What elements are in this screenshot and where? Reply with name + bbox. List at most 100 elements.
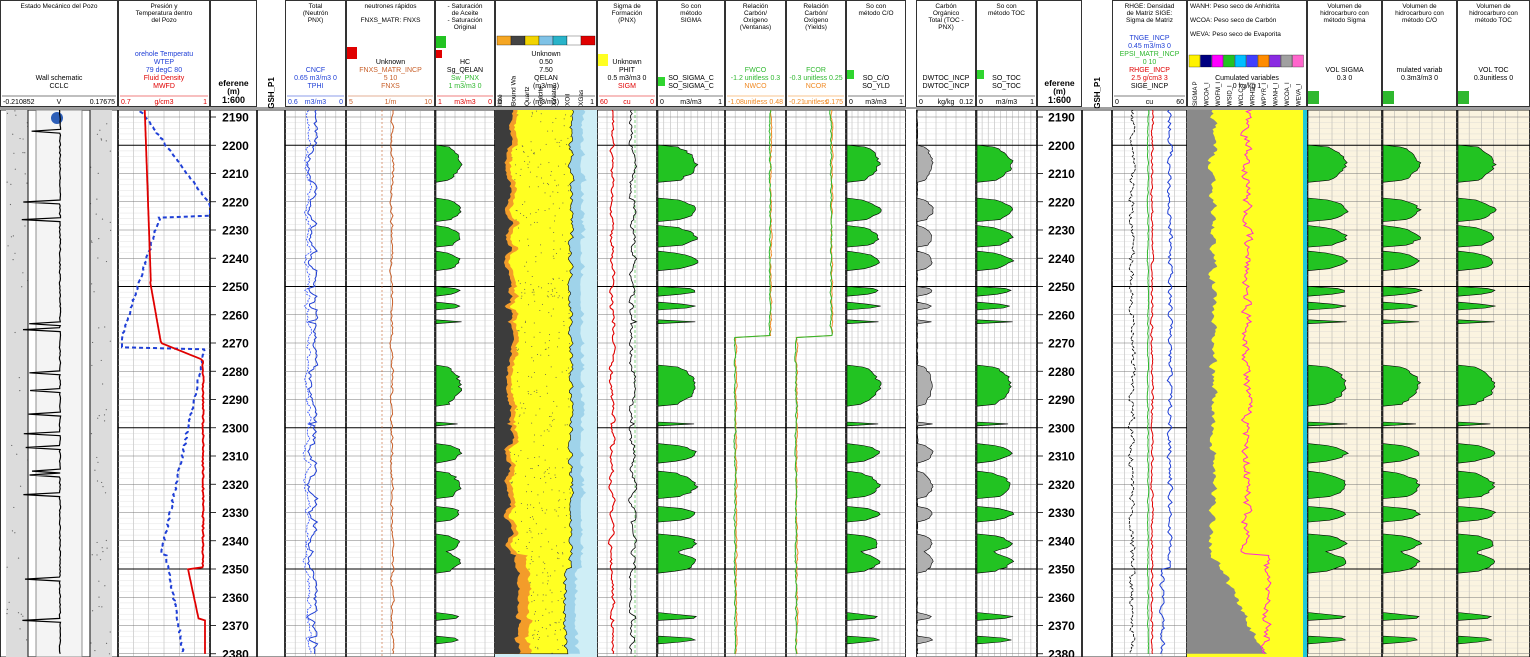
track-legend: SIGE_INCP xyxy=(1131,83,1169,90)
track-legend: 2.5 g/cm3 3 xyxy=(1131,75,1168,82)
quartz-dot xyxy=(568,291,570,293)
legend-swatch xyxy=(496,35,512,46)
quartz-dot xyxy=(510,482,512,484)
quartz-dot xyxy=(524,292,526,294)
formation-dot xyxy=(91,364,93,367)
quartz-dot xyxy=(544,568,546,570)
quartz-dot xyxy=(568,253,570,255)
quartz-dot xyxy=(547,575,549,577)
formation-dot xyxy=(95,213,97,215)
depth-tick-label: 2190 xyxy=(1048,111,1075,125)
formation-dot xyxy=(20,613,22,615)
quartz-dot xyxy=(521,407,523,409)
quartz-dot xyxy=(555,253,557,255)
quartz-dot xyxy=(557,649,559,651)
depth-tick-label: 2250 xyxy=(222,280,249,294)
component-label: SIGMA P xyxy=(1193,81,1199,106)
formation-dot xyxy=(22,138,24,140)
quartz-dot xyxy=(527,238,529,240)
scale-left: 0 xyxy=(660,99,664,106)
track-legend: mulated variab xyxy=(1397,67,1443,74)
quartz-dot xyxy=(546,429,548,431)
well-track-label: GSH_P1 xyxy=(267,77,276,109)
quartz-dot xyxy=(568,317,570,319)
component-label: Calcite xyxy=(538,86,545,106)
track-title: hidrocarburo con xyxy=(1469,10,1518,17)
track-header-1: Estado Mecánico del Pozo Wall schematicCC… xyxy=(0,0,118,107)
quartz-dot xyxy=(518,330,520,332)
quartz-dot xyxy=(548,208,550,210)
track-legend: SO_TOC xyxy=(992,83,1021,90)
scale-unit: m3/m3 xyxy=(454,99,476,106)
track-title: WEVA: Peso seco de Evaporita xyxy=(1190,31,1281,38)
quartz-dot xyxy=(565,163,567,165)
quartz-dot xyxy=(545,482,547,484)
quartz-dot xyxy=(555,510,557,512)
quartz-dot xyxy=(561,597,563,599)
quartz-dot xyxy=(562,645,564,647)
track-legend: Unknown xyxy=(531,51,560,58)
quartz-dot xyxy=(531,115,533,117)
quartz-dot xyxy=(534,457,536,459)
formation-dot xyxy=(91,241,93,243)
quartz-dot xyxy=(521,145,523,147)
quartz-dot xyxy=(535,523,537,525)
formation-dot xyxy=(19,485,22,487)
quartz-dot xyxy=(554,633,556,635)
track-legend: CCLC xyxy=(49,83,68,90)
track-title: Volumen de xyxy=(1327,3,1362,10)
quartz-dot xyxy=(531,594,533,596)
quartz-dot xyxy=(553,248,555,250)
quartz-dot xyxy=(540,113,542,115)
quartz-dot xyxy=(541,532,543,534)
scale-right: 1 xyxy=(590,99,594,106)
track-header-16: Volumen dehidrocarburo conmétodo Sigma VO… xyxy=(1307,0,1382,107)
quartz-dot xyxy=(559,248,561,250)
track-legend: Sw_PNX xyxy=(451,75,479,82)
quartz-dot xyxy=(542,561,544,563)
formation-dot xyxy=(17,612,20,614)
depth-tick-label: 2320 xyxy=(222,478,249,492)
quartz-dot xyxy=(557,165,559,167)
scale-right: 0 xyxy=(488,99,492,106)
formation-dot xyxy=(24,152,26,154)
scale-unit: cu xyxy=(1146,99,1154,106)
quartz-dot xyxy=(524,408,526,410)
quartz-dot xyxy=(548,430,550,432)
track-title: SIGMA xyxy=(681,17,703,24)
quartz-dot xyxy=(554,509,556,511)
formation-dot xyxy=(99,559,102,561)
wanh-area xyxy=(1303,110,1307,657)
track-title: neutrones rápidos xyxy=(364,3,417,10)
quartz-dot xyxy=(554,570,556,572)
quartz-dot xyxy=(533,291,535,293)
track-title: RHGE: Densidad xyxy=(1125,3,1175,10)
formation-dot xyxy=(105,409,107,411)
depth-tick-label: 2370 xyxy=(222,619,249,633)
quartz-dot xyxy=(517,455,519,457)
scale-unit: V xyxy=(57,99,62,106)
track-legend: Unknown xyxy=(376,59,405,66)
formation-dot xyxy=(25,639,28,641)
quartz-dot xyxy=(562,467,564,469)
quartz-dot xyxy=(568,190,570,192)
track-header-5: - Saturaciónde Aceite- SaturaciónOrigina… xyxy=(435,0,495,107)
track-legend: SO_C/O xyxy=(863,75,890,82)
quartz-dot xyxy=(563,125,565,127)
formation-dot xyxy=(105,140,107,142)
quartz-dot xyxy=(549,415,551,417)
quartz-dot xyxy=(563,492,565,494)
track-legend: 0.3 0 xyxy=(1337,75,1353,82)
quartz-dot xyxy=(565,114,567,116)
depth-tick-label: 2220 xyxy=(222,195,249,209)
quartz-dot xyxy=(554,295,556,297)
quartz-dot xyxy=(551,611,553,613)
quartz-dot xyxy=(520,297,522,299)
depth-tick-label: 2200 xyxy=(1048,139,1075,153)
quartz-dot xyxy=(532,561,534,563)
depth-tick-label: 2280 xyxy=(222,365,249,379)
track-header-13: So conmétodo TOC SO_TOCSO_TOC 0 m3/m3 1 xyxy=(976,0,1037,107)
quartz-dot xyxy=(530,224,532,226)
scale-right: 0 xyxy=(650,99,654,106)
formation-dot xyxy=(106,123,108,125)
